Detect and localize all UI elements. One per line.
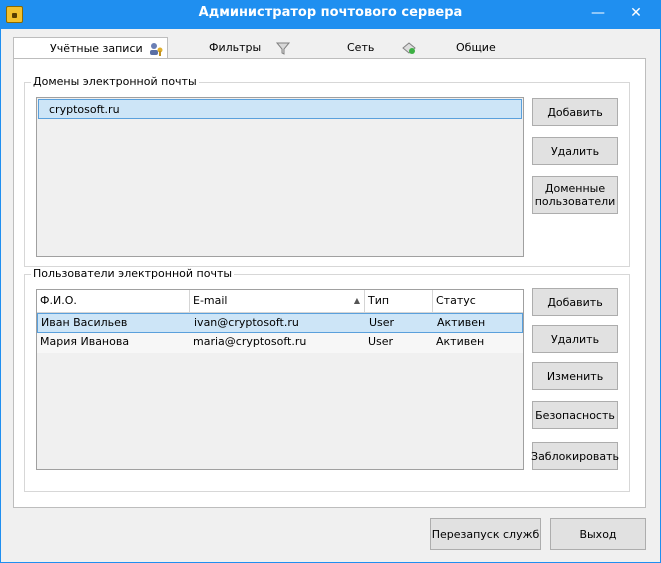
tab-label: Учётные записи bbox=[50, 42, 143, 55]
network-icon bbox=[401, 40, 417, 56]
domains-group: Домены электронной почты cryptosoft.ru Д… bbox=[24, 75, 630, 267]
column-header-status[interactable]: Статус bbox=[433, 290, 523, 312]
tab-network[interactable]: Сеть bbox=[303, 37, 423, 59]
column-header-name[interactable]: Ф.И.О. bbox=[37, 290, 190, 312]
table-row[interactable]: Иван Васильев ivan@cryptosoft.ru User Ак… bbox=[37, 313, 523, 333]
delete-domain-button[interactable]: Удалить bbox=[532, 137, 618, 165]
add-domain-button[interactable]: Добавить bbox=[532, 98, 618, 126]
domain-users-button[interactable]: Доменные пользователи bbox=[532, 176, 618, 214]
client-area: Учётные записи Фильтры Сеть Общие Домены… bbox=[1, 29, 660, 562]
accounts-panel: Домены электронной почты cryptosoft.ru Д… bbox=[13, 58, 646, 508]
column-header-email[interactable]: E-mail ▲ bbox=[190, 290, 365, 312]
cell-type: User bbox=[368, 335, 394, 348]
close-button[interactable]: ✕ bbox=[625, 3, 647, 23]
add-user-button[interactable]: Добавить bbox=[532, 288, 618, 316]
column-header-type[interactable]: Тип bbox=[365, 290, 433, 312]
tab-label: Общие bbox=[456, 41, 496, 54]
sort-up-icon: ▲ bbox=[353, 296, 360, 305]
tab-accounts[interactable]: Учётные записи bbox=[13, 37, 168, 60]
title-bar[interactable]: Администратор почтового сервера — ✕ bbox=[0, 0, 661, 29]
funnel-icon bbox=[275, 40, 291, 56]
block-user-button[interactable]: Заблокировать bbox=[531, 442, 619, 470]
list-item[interactable]: cryptosoft.ru bbox=[38, 99, 522, 119]
tab-label: Сеть bbox=[347, 41, 375, 54]
cell-status: Активен bbox=[436, 335, 485, 348]
users-group: Пользователи электронной почты Ф.И.О. E-… bbox=[24, 267, 630, 492]
window-title: Администратор почтового сервера bbox=[198, 5, 463, 20]
cell-name: Иван Васильев bbox=[41, 316, 128, 329]
users-table[interactable]: Ф.И.О. E-mail ▲ Тип Статус Иван Васильев… bbox=[36, 289, 524, 470]
domain-name: cryptosoft.ru bbox=[49, 103, 120, 116]
domains-list[interactable]: cryptosoft.ru bbox=[36, 97, 524, 257]
users-caption: Пользователи электронной почты bbox=[31, 267, 235, 281]
exit-button[interactable]: Выход bbox=[550, 518, 646, 550]
domains-caption: Домены электронной почты bbox=[31, 75, 199, 89]
cell-type: User bbox=[369, 316, 395, 329]
tab-general[interactable]: Общие bbox=[428, 37, 538, 59]
app-window: Администратор почтового сервера — ✕ Учёт… bbox=[0, 0, 661, 563]
table-row[interactable]: Мария Иванова maria@cryptosoft.ru User А… bbox=[37, 333, 523, 353]
cell-email: ivan@cryptosoft.ru bbox=[194, 316, 299, 329]
tab-filters[interactable]: Фильтры bbox=[173, 37, 298, 59]
cell-email: maria@cryptosoft.ru bbox=[193, 335, 307, 348]
minimize-button[interactable]: — bbox=[587, 3, 609, 23]
tab-label: Фильтры bbox=[209, 41, 262, 54]
cell-name: Мария Иванова bbox=[40, 335, 130, 348]
security-button[interactable]: Безопасность bbox=[532, 401, 618, 429]
restart-services-button[interactable]: Перезапуск служб bbox=[430, 518, 541, 550]
column-header-label: E-mail bbox=[193, 294, 228, 307]
edit-user-button[interactable]: Изменить bbox=[532, 362, 618, 390]
tab-strip: Учётные записи Фильтры Сеть Общие bbox=[13, 37, 647, 60]
users-key-icon bbox=[148, 41, 164, 57]
table-header: Ф.И.О. E-mail ▲ Тип Статус bbox=[37, 290, 523, 313]
delete-user-button[interactable]: Удалить bbox=[532, 325, 618, 353]
cell-status: Активен bbox=[437, 316, 486, 329]
